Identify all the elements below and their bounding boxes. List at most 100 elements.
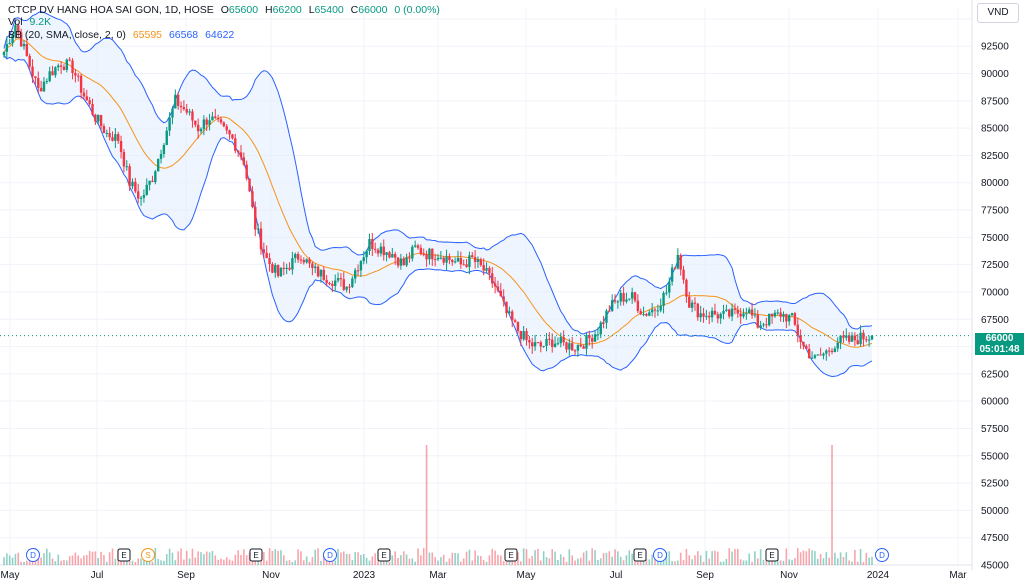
candle-body (25, 43, 29, 56)
volume-bar (400, 555, 402, 565)
candle-body (867, 339, 871, 341)
volume-bar (448, 558, 451, 565)
bb-label: BB (20, SMA, close, 2, 0) (8, 29, 126, 41)
volume-bar (834, 552, 836, 565)
candle-body (154, 171, 157, 183)
price-tick-label: 60000 (981, 397, 1009, 408)
candle-body (505, 301, 508, 314)
candle-body (382, 246, 385, 256)
candle-body (231, 134, 234, 139)
volume-bar (228, 559, 231, 565)
candle-body (633, 292, 637, 301)
volume-bar (97, 558, 100, 565)
time-tick-label: May (1, 570, 20, 580)
candle-body (451, 259, 454, 263)
event-marker[interactable]: D (26, 548, 40, 562)
volume-bar (545, 557, 548, 565)
volume-bar (17, 552, 20, 565)
candle-body (622, 293, 625, 302)
event-marker[interactable]: D (875, 548, 889, 562)
volume-bar (725, 558, 728, 565)
time-tick-label: Jul (610, 570, 623, 580)
candle-body (139, 197, 143, 199)
candle-body (805, 345, 808, 349)
event-marker[interactable]: E (117, 548, 131, 562)
volume-bar (48, 552, 51, 565)
candle-body (602, 322, 605, 324)
event-marker[interactable]: E (504, 548, 518, 562)
candle-body (650, 309, 654, 313)
candle-body (325, 279, 328, 284)
volume-bar (494, 550, 496, 565)
price-tick-label: 75000 (981, 233, 1009, 244)
volume-bar (828, 557, 830, 565)
candle-body (579, 344, 582, 347)
candle-body (491, 273, 494, 284)
volume-bar (128, 560, 131, 565)
candle-body (179, 105, 183, 108)
volume-bar (374, 553, 376, 565)
volume-bar (140, 558, 142, 565)
volume-bar (245, 555, 248, 565)
currency-button[interactable]: VND (977, 3, 1019, 23)
volume-bar (697, 551, 699, 565)
volume-bar (83, 555, 85, 565)
volume-bar (502, 560, 505, 565)
candle-body (68, 59, 71, 61)
candle-body (865, 339, 868, 341)
candle-body (750, 309, 754, 316)
event-marker[interactable]: E (765, 548, 779, 562)
event-marker[interactable]: D (653, 548, 667, 562)
candle-body (782, 314, 785, 317)
price-tick-label: 45000 (981, 561, 1009, 572)
candle-body (439, 257, 443, 259)
candle-body (468, 255, 471, 267)
volume-bar (40, 557, 42, 565)
candle-body (45, 81, 49, 83)
candle-body (433, 259, 437, 261)
event-marker[interactable]: D (323, 548, 337, 562)
event-marker[interactable]: E (249, 548, 263, 562)
volume-bar (442, 554, 445, 565)
candle-body (194, 120, 197, 125)
volume-bar (731, 551, 733, 565)
volume-bar (368, 560, 371, 565)
candle-body (748, 309, 751, 314)
volume-bar (200, 552, 202, 565)
volume-bar (845, 552, 848, 565)
volume-bar (234, 554, 237, 565)
volume-bar (791, 559, 793, 565)
bb-legend: BB (20, SMA, close, 2, 0) 65595 66568 64… (8, 29, 238, 42)
candle-body (516, 321, 520, 331)
candle-body (82, 92, 86, 97)
event-marker[interactable]: E (377, 548, 391, 562)
volume-bar (688, 555, 691, 565)
volume-bar (417, 548, 419, 565)
volume-bar (628, 550, 631, 565)
candle-body (448, 256, 451, 260)
candle-body (279, 267, 283, 277)
volume-bar (745, 560, 748, 565)
price-tick-label: 90000 (981, 69, 1009, 80)
candle-body (285, 267, 288, 269)
volume-bar (534, 550, 536, 565)
candle-body (411, 246, 414, 259)
candle-body (219, 119, 223, 123)
candle-body (242, 157, 246, 165)
candle-body (348, 286, 351, 288)
candle-body (225, 126, 228, 131)
candle-body (111, 137, 114, 141)
candle-body (245, 164, 248, 179)
volume-bar (297, 549, 299, 565)
candle-body (328, 283, 331, 285)
volume-bar (614, 549, 616, 565)
event-marker[interactable]: E (633, 548, 647, 562)
candle-body (65, 59, 69, 70)
candle-body (762, 324, 765, 326)
volume-bar (8, 555, 11, 565)
candle-body (796, 324, 799, 336)
volume-bar (839, 552, 842, 565)
volume-bar (702, 561, 705, 565)
price-chart[interactable]: 9500092500900008750085000825008000077500… (0, 0, 1024, 580)
event-marker[interactable]: S (141, 548, 155, 562)
